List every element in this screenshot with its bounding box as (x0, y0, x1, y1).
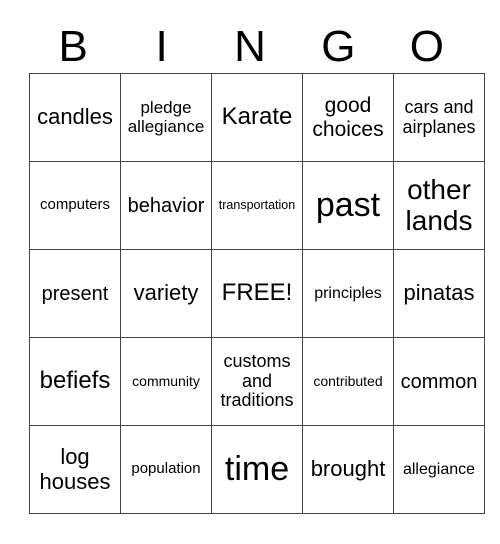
grid-row: befiefs community customs and traditions… (29, 337, 485, 426)
header-letter-o: O (409, 22, 444, 71)
bingo-cell[interactable]: principles (302, 249, 394, 338)
grid-row: candles pledge allegiance Karate good ch… (29, 73, 485, 162)
bingo-cell[interactable]: brought (302, 425, 394, 514)
bingo-cell[interactable]: behavior (120, 161, 212, 250)
bingo-cell[interactable]: contributed (302, 337, 394, 426)
bingo-cell[interactable]: good choices (302, 73, 394, 162)
bingo-cell[interactable]: variety (120, 249, 212, 338)
bingo-cell[interactable]: befiefs (29, 337, 121, 426)
bingo-cell[interactable]: present (29, 249, 121, 338)
bingo-cell[interactable]: past (302, 161, 394, 250)
header-letter-g: G (321, 22, 356, 71)
bingo-cell[interactable]: transportation (211, 161, 303, 250)
grid-row: present variety FREE! principles pinatas (29, 249, 485, 338)
header-letter-i: I (155, 22, 168, 71)
grid-row: log houses population time brought alleg… (29, 425, 485, 514)
bingo-cell[interactable]: common (393, 337, 485, 426)
bingo-cell[interactable]: computers (29, 161, 121, 250)
header-letter-n: N (234, 22, 266, 71)
bingo-cell[interactable]: pledge allegiance (120, 73, 212, 162)
bingo-cell[interactable]: log houses (29, 425, 121, 514)
header-letter-b: B (58, 22, 88, 71)
bingo-header: B I N G O (29, 22, 471, 72)
bingo-cell[interactable]: Karate (211, 73, 303, 162)
bingo-cell[interactable]: pinatas (393, 249, 485, 338)
bingo-cell[interactable]: customs and traditions (211, 337, 303, 426)
bingo-cell[interactable]: time (211, 425, 303, 514)
bingo-cell[interactable]: population (120, 425, 212, 514)
bingo-cell[interactable]: allegiance (393, 425, 485, 514)
bingo-cell[interactable]: community (120, 337, 212, 426)
bingo-cell[interactable]: cars and airplanes (393, 73, 485, 162)
bingo-cell-free[interactable]: FREE! (211, 249, 303, 338)
grid-row: computers behavior transportation past o… (29, 161, 485, 250)
bingo-grid: candles pledge allegiance Karate good ch… (29, 73, 485, 514)
bingo-cell[interactable]: candles (29, 73, 121, 162)
bingo-cell[interactable]: other lands (393, 161, 485, 250)
